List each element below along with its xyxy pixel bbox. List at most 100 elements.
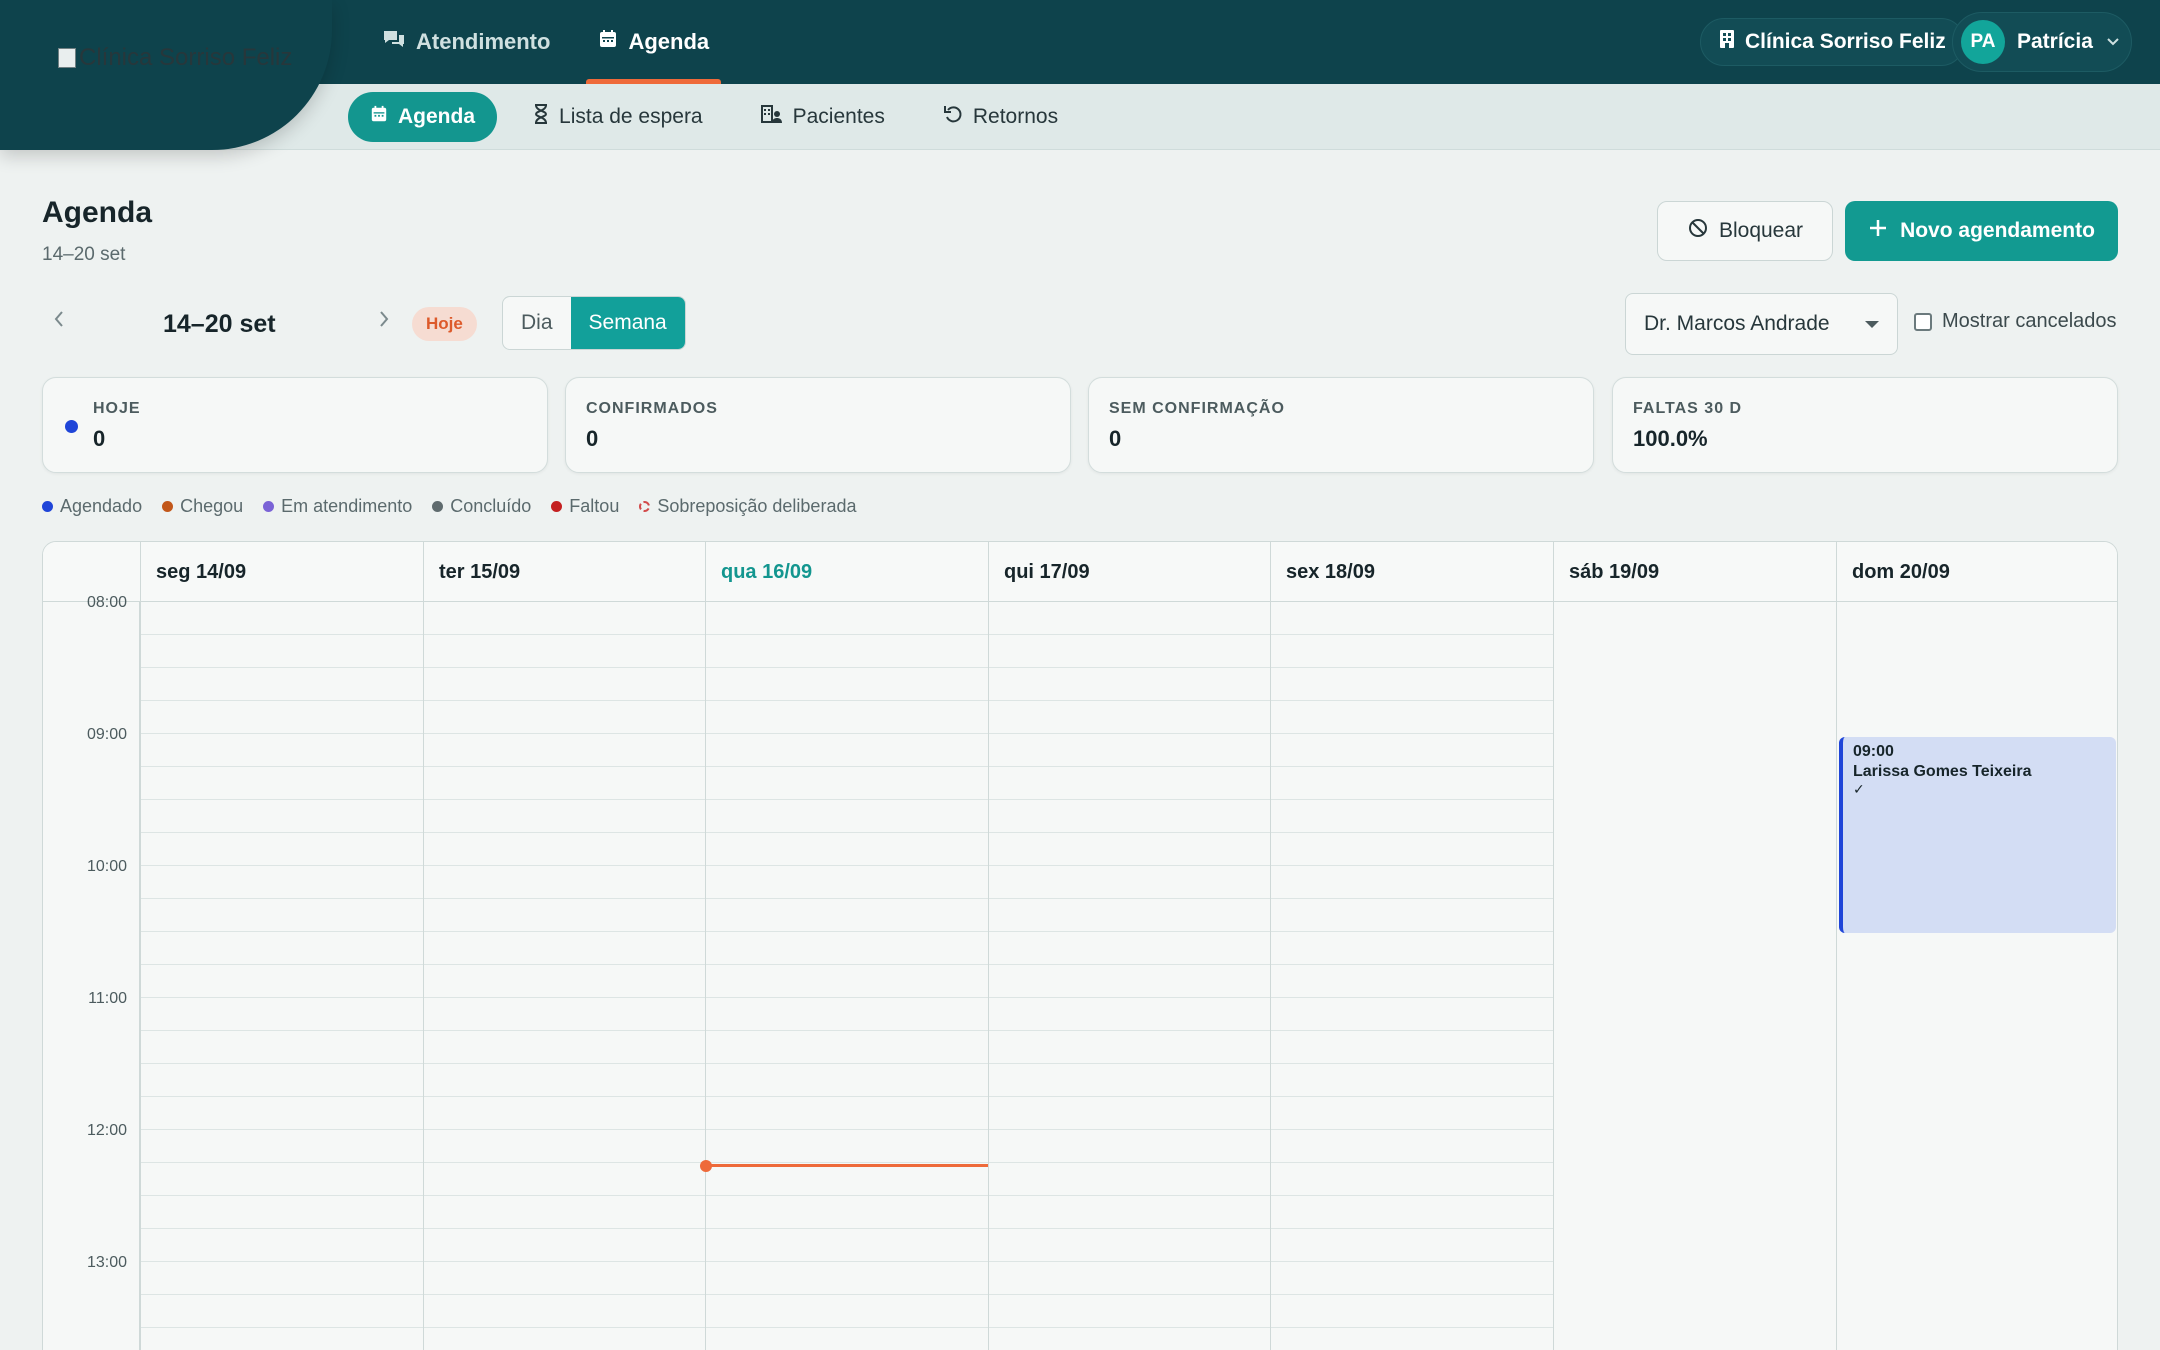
stat-label: SEM CONFIRMAÇÃO: [1109, 400, 1285, 417]
legend-label: Concluído: [450, 496, 532, 516]
topnav-atendimento[interactable]: Atendimento: [370, 0, 562, 84]
block-button-label: Bloquear: [1718, 219, 1804, 242]
stat-label: FALTAS 30 D: [1633, 400, 1743, 417]
current-time-dot: [700, 1160, 712, 1172]
time-label: 12:00: [86, 1122, 127, 1139]
patients-icon: [760, 104, 783, 130]
page-subtitle: 14–20 set: [42, 244, 126, 265]
next-week-button[interactable]: [377, 306, 391, 337]
chevron-left-icon: [52, 306, 66, 336]
status-dot: [65, 420, 78, 433]
stat-label: HOJE: [93, 400, 141, 417]
legend-dot: [42, 501, 53, 512]
chevron-right-icon: [377, 306, 391, 336]
appointment-time: 09:00: [1853, 743, 1894, 760]
broken-image-icon: [58, 48, 76, 68]
view-week-button[interactable]: Semana: [570, 297, 685, 349]
day-column[interactable]: [988, 602, 1270, 1350]
day-column-weekend[interactable]: [1553, 602, 1836, 1350]
sub-nav: Agenda Lista de espera Pacientes Retorno…: [0, 84, 2160, 150]
stat-card-faltas: FALTAS 30 D 100.0%: [1612, 377, 2118, 473]
appointment-card[interactable]: 09:00 Larissa Gomes Teixeira ✓: [1839, 737, 2116, 933]
caret-down-icon: [1865, 321, 1879, 328]
day-header: sáb 19/09: [1553, 542, 1836, 602]
show-cancelled-toggle[interactable]: Mostrar cancelados: [1914, 310, 2117, 333]
calendar-icon: [370, 105, 388, 129]
subnav-retornos[interactable]: Retornos: [921, 92, 1080, 142]
day-header: sex 18/09: [1270, 542, 1553, 602]
day-header: dom 20/09: [1836, 542, 2117, 602]
legend-label: Sobreposição deliberada: [657, 496, 857, 516]
date-range-label: 14–20 set: [163, 310, 276, 338]
stat-label: CONFIRMADOS: [586, 400, 718, 417]
day-header-today: qua 16/09: [705, 542, 988, 602]
logo-alt-text: Clínica Sorriso Feliz: [79, 44, 293, 71]
view-day-button[interactable]: Dia: [503, 297, 571, 349]
day-column[interactable]: [423, 602, 705, 1350]
time-label: 13:00: [86, 1254, 127, 1271]
block-button[interactable]: Bloquear: [1657, 201, 1833, 261]
topnav-agenda[interactable]: Agenda: [586, 0, 721, 84]
day-column-today[interactable]: [705, 602, 988, 1350]
legend-dot: [263, 501, 275, 512]
time-label: 09:00: [86, 726, 127, 743]
building-icon: [1719, 29, 1735, 55]
legend-item: Faltou: [551, 496, 619, 517]
legend-label: Em atendimento: [281, 496, 413, 516]
legend-item: Concluído: [432, 496, 531, 517]
legend-dot: [432, 501, 444, 512]
legend-label: Agendado: [60, 496, 143, 516]
new-appointment-label: Novo agendamento: [1900, 219, 2095, 242]
undo-icon: [943, 104, 963, 130]
status-legend: Agendado Chegou Em atendimento Concluído…: [42, 496, 856, 517]
logo: Clínica Sorriso Feliz: [58, 44, 292, 72]
week-calendar: seg 14/09 ter 15/09 qua 16/09 qui 17/09 …: [42, 541, 2118, 1350]
subnav-pacientes[interactable]: Pacientes: [739, 92, 907, 142]
stat-value: 0: [1109, 426, 1122, 451]
today-button[interactable]: Hoje: [412, 307, 477, 341]
subnav-lista-label: Lista de espera: [559, 105, 703, 128]
topnav-atendimento-label: Atendimento: [416, 29, 551, 54]
time-label: 11:00: [88, 990, 127, 1007]
top-nav: Atendimento Agenda: [370, 0, 745, 84]
block-icon: [1687, 217, 1709, 245]
clinic-name: Clínica Sorriso Feliz: [1745, 30, 1946, 53]
day-header: qui 17/09: [988, 542, 1270, 602]
day-column[interactable]: [140, 602, 423, 1350]
stat-value: 0: [586, 426, 599, 451]
time-label: 10:00: [86, 858, 127, 875]
prev-week-button[interactable]: [52, 306, 66, 337]
show-cancelled-checkbox[interactable]: [1914, 312, 1932, 331]
calendar-icon: [598, 29, 618, 55]
appointment-patient: Larissa Gomes Teixeira: [1853, 763, 2032, 780]
view-toggle: Dia Semana: [502, 296, 686, 350]
legend-label: Chegou: [180, 496, 244, 516]
avatar: PA: [1961, 20, 2005, 64]
show-cancelled-label: Mostrar cancelados: [1942, 310, 2117, 332]
time-gutter: 08:00 09:00 10:00 11:00 12:00 13:00: [43, 594, 140, 1350]
stat-card-confirmados: CONFIRMADOS 0: [565, 377, 1071, 473]
stat-card-hoje: HOJE 0: [42, 377, 548, 473]
legend-item: Agendado: [42, 496, 142, 517]
plus-icon: [1868, 218, 1888, 244]
legend-item: Chegou: [162, 496, 243, 517]
day-column-weekend[interactable]: [1836, 602, 2117, 1350]
chat-icon: [382, 29, 406, 55]
subnav-agenda[interactable]: Agenda: [348, 92, 498, 142]
legend-dashed-dot: [639, 501, 651, 512]
topnav-agenda-label: Agenda: [628, 29, 710, 54]
day-column[interactable]: [1270, 602, 1553, 1350]
new-appointment-button[interactable]: Novo agendamento: [1845, 201, 2118, 261]
current-time-line: [707, 1164, 988, 1167]
subnav-agenda-label: Agenda: [398, 105, 476, 128]
page-title: Agenda: [42, 196, 153, 229]
legend-dot: [551, 501, 563, 512]
calendar-body: 08:00 09:00 10:00 11:00 12:00 13:00 09:0…: [43, 594, 2117, 1350]
doctor-select[interactable]: Dr. Marcos Andrade: [1625, 293, 1898, 355]
doctor-select-value: Dr. Marcos Andrade: [1644, 312, 1830, 335]
user-menu[interactable]: PA Patrícia: [1952, 12, 2132, 72]
clinic-selector[interactable]: Clínica Sorriso Feliz: [1700, 18, 1965, 66]
user-name: Patrícia: [2017, 30, 2093, 53]
subnav-lista-de-espera[interactable]: Lista de espera: [511, 92, 725, 142]
day-header: ter 15/09: [423, 542, 705, 602]
